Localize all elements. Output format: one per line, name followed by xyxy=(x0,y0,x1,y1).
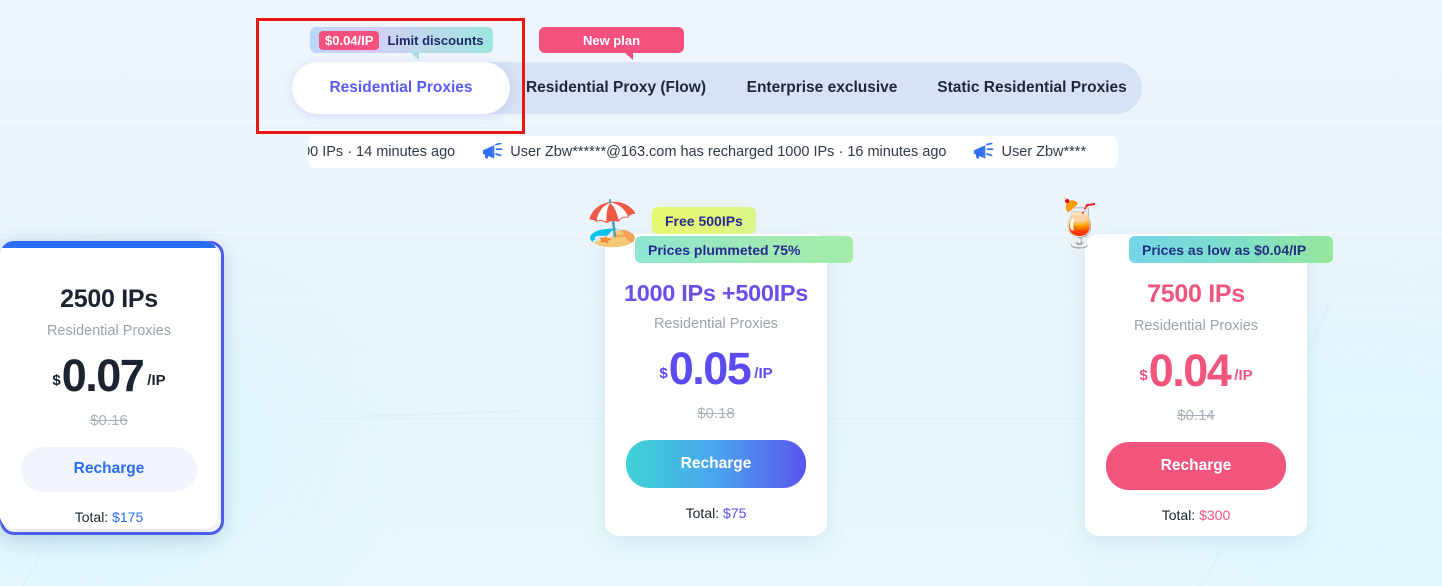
plan-subtitle: Residential Proxies xyxy=(653,316,779,332)
megaphone-icon xyxy=(974,143,994,159)
plan-price: $ 0.05 /IP xyxy=(605,343,827,394)
price-unit: /IP xyxy=(147,371,166,389)
total-value: $300 xyxy=(1199,506,1231,523)
ribbon-price-drop: Prices plummeted 75% xyxy=(635,236,853,263)
plan-total: Total: $175 xyxy=(0,509,218,525)
plan-original-price: $0.16 xyxy=(90,411,128,429)
plan-ips: 7500 IPs xyxy=(1147,280,1245,308)
ticker-text: 000 IPs · 14 minutes ago xyxy=(308,144,456,160)
megaphone-icon xyxy=(483,143,503,159)
plan-card-body: 2500 IPs Residential Proxies $ 0.07 /IP … xyxy=(0,241,218,529)
total-label: Total: xyxy=(685,504,723,521)
currency-symbol: $ xyxy=(659,364,668,382)
tab-residential-proxies[interactable]: Residential Proxies xyxy=(292,62,510,114)
tab-static-residential-proxies[interactable]: Static Residential Proxies xyxy=(922,62,1142,114)
ribbon-lowest-price: Prices as low as $0.04/IP xyxy=(1129,236,1333,263)
tab-enterprise-exclusive[interactable]: Enterprise exclusive xyxy=(722,62,922,114)
ticker-item: User Zbw******@163.com has recharged 100… xyxy=(481,143,946,161)
price-unit: /IP xyxy=(1234,366,1253,384)
price-amount: 0.04 xyxy=(1148,345,1232,396)
tab-residential-proxy-flow[interactable]: Residential Proxy (Flow) xyxy=(510,62,722,114)
recharge-button[interactable]: Recharge xyxy=(21,446,197,492)
badge-pointer xyxy=(624,52,633,60)
recharge-button[interactable]: Recharge xyxy=(626,439,806,488)
badge-pointer xyxy=(410,52,419,60)
plan-original-price: $0.18 xyxy=(697,404,735,422)
plan-total: Total: $75 xyxy=(605,505,827,521)
plan-card-2500-ips[interactable]: 2500 IPs Residential Proxies $ 0.07 /IP … xyxy=(0,241,218,529)
price-amount: 0.05 xyxy=(668,343,752,394)
total-label: Total: xyxy=(74,508,113,525)
recharge-button[interactable]: Recharge xyxy=(1106,441,1286,490)
plan-card-7500-ips[interactable]: Prices as low as $0.04/IP 🍹 7500 IPs Res… xyxy=(1051,200,1333,536)
limit-discounts-badge: $0.04/IP Limit discounts xyxy=(310,27,493,60)
ticker-track: 000 IPs · 14 minutes ago User Zbw******@… xyxy=(308,143,1112,161)
ticker-item: User Zbw**** xyxy=(972,143,1086,161)
price-unit: /IP xyxy=(754,364,773,382)
plan-price: $ 0.04 /IP xyxy=(1085,345,1307,396)
card-top-accent-bar xyxy=(0,241,218,248)
plan-type-tabs-region: $0.04/IP Limit discounts New plan Reside… xyxy=(0,0,1442,135)
plan-card-1000-ips[interactable]: Free 500IPs Prices plummeted 75% 🏖️ 1000… xyxy=(585,202,853,536)
plan-original-price: $0.14 xyxy=(1177,406,1215,424)
currency-symbol: $ xyxy=(52,371,61,389)
plan-ips: 2500 IPs xyxy=(60,285,158,313)
plan-card-body: 7500 IPs Residential Proxies $ 0.04 /IP … xyxy=(1085,234,1307,536)
new-plan-badge: New plan xyxy=(539,27,684,60)
limit-discount-price-chip: $0.04/IP xyxy=(319,30,380,50)
ticker-text: User Zbw******@163.com has recharged 100… xyxy=(510,144,947,160)
total-value: $75 xyxy=(723,504,747,521)
pricing-cards: 200 IPs Residential Proxies $ 0.14 /IP $… xyxy=(0,196,1442,556)
plan-total: Total: $300 xyxy=(1085,507,1307,523)
new-plan-label: New plan xyxy=(582,32,641,48)
price-amount: 0.07 xyxy=(61,350,145,401)
plan-price: $ 0.07 /IP xyxy=(0,350,218,401)
limit-discount-label: Limit discounts xyxy=(387,32,484,48)
plan-card-body: 1000 IPs +500IPs Residential Proxies $ 0… xyxy=(605,234,827,536)
ribbon-free-ips: Free 500IPs xyxy=(652,207,756,234)
recharge-activity-ticker: 000 IPs · 14 minutes ago User Zbw******@… xyxy=(308,136,1118,168)
ticker-item: 000 IPs · 14 minutes ago xyxy=(308,144,455,160)
total-value: $175 xyxy=(112,508,144,525)
tab-bar: Residential Proxies Residential Proxy (F… xyxy=(292,62,1142,114)
plan-ips: 1000 IPs +500IPs xyxy=(623,280,808,306)
plan-subtitle: Residential Proxies xyxy=(1133,318,1259,334)
plan-subtitle: Residential Proxies xyxy=(46,323,172,339)
currency-symbol: $ xyxy=(1139,366,1148,384)
ticker-text: User Zbw**** xyxy=(1001,144,1087,160)
total-label: Total: xyxy=(1161,506,1200,523)
